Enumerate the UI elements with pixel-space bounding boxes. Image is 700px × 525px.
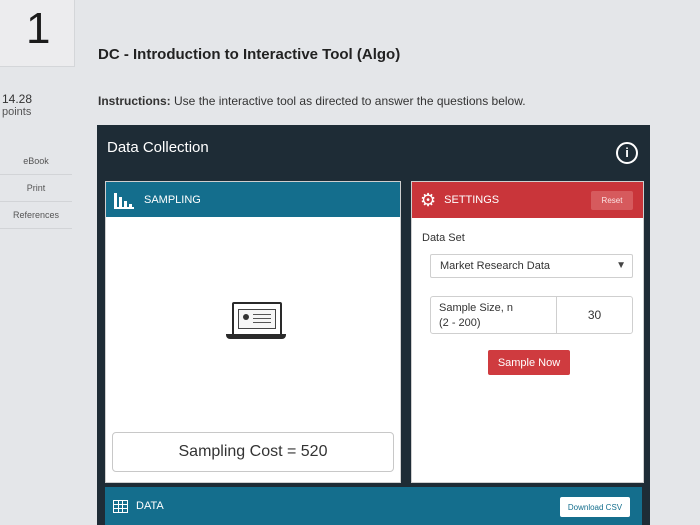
bar-chart-icon: [114, 191, 134, 209]
data-header-label: DATA: [136, 500, 164, 512]
sidebar-item-ebook[interactable]: eBook: [0, 148, 72, 175]
sampling-cost-display: Sampling Cost = 520: [112, 432, 394, 472]
tool-title: Data Collection: [107, 139, 209, 156]
sample-now-button[interactable]: Sample Now: [488, 350, 570, 375]
info-icon[interactable]: i: [616, 142, 638, 164]
sample-size-range: (2 - 200): [439, 317, 481, 329]
data-set-value: Market Research Data: [440, 260, 551, 272]
sample-size-label: Sample Size, n (2 - 200): [439, 301, 513, 331]
points-label: points: [2, 106, 32, 118]
instructions: Instructions: Use the interactive tool a…: [98, 94, 526, 108]
instructions-text: Use the interactive tool as directed to …: [174, 94, 526, 108]
question-number: 1: [26, 4, 51, 53]
sidebar-item-print[interactable]: Print: [0, 175, 72, 202]
download-csv-button[interactable]: Download CSV: [560, 497, 630, 517]
sample-size-group: Sample Size, n (2 - 200) 30: [430, 296, 633, 334]
question-number-box: 1: [0, 0, 75, 67]
page-title: DC - Introduction to Interactive Tool (A…: [98, 46, 401, 63]
data-bar: DATA Download CSV: [105, 487, 642, 525]
points-value: 14.28: [2, 92, 33, 106]
reset-button[interactable]: Reset: [591, 191, 633, 210]
laptop-icon: [226, 302, 286, 344]
sample-size-input[interactable]: 30: [556, 297, 632, 333]
gear-icon: ⚙: [420, 190, 437, 210]
instructions-label: Instructions:: [98, 94, 171, 108]
table-icon: [113, 499, 128, 513]
settings-header-label: SETTINGS: [444, 194, 500, 206]
sidebar-item-references[interactable]: References: [0, 202, 72, 229]
resource-sidebar: eBook Print References: [0, 148, 72, 229]
data-set-select[interactable]: Market Research Data ▼: [430, 254, 633, 278]
interactive-tool: Data Collection i SAMPLING Sampling Cost…: [97, 125, 650, 525]
sample-size-label-text: Sample Size, n: [439, 302, 513, 314]
chevron-down-icon: ▼: [616, 260, 626, 271]
sampling-panel: SAMPLING Sampling Cost = 520: [105, 181, 401, 483]
sampling-header-label: SAMPLING: [144, 193, 201, 206]
data-set-label: Data Set: [422, 232, 465, 244]
settings-header: ⚙ SETTINGS Reset: [412, 182, 643, 218]
sampling-header: SAMPLING: [106, 182, 400, 217]
settings-panel: ⚙ SETTINGS Reset Data Set Market Researc…: [411, 181, 644, 483]
